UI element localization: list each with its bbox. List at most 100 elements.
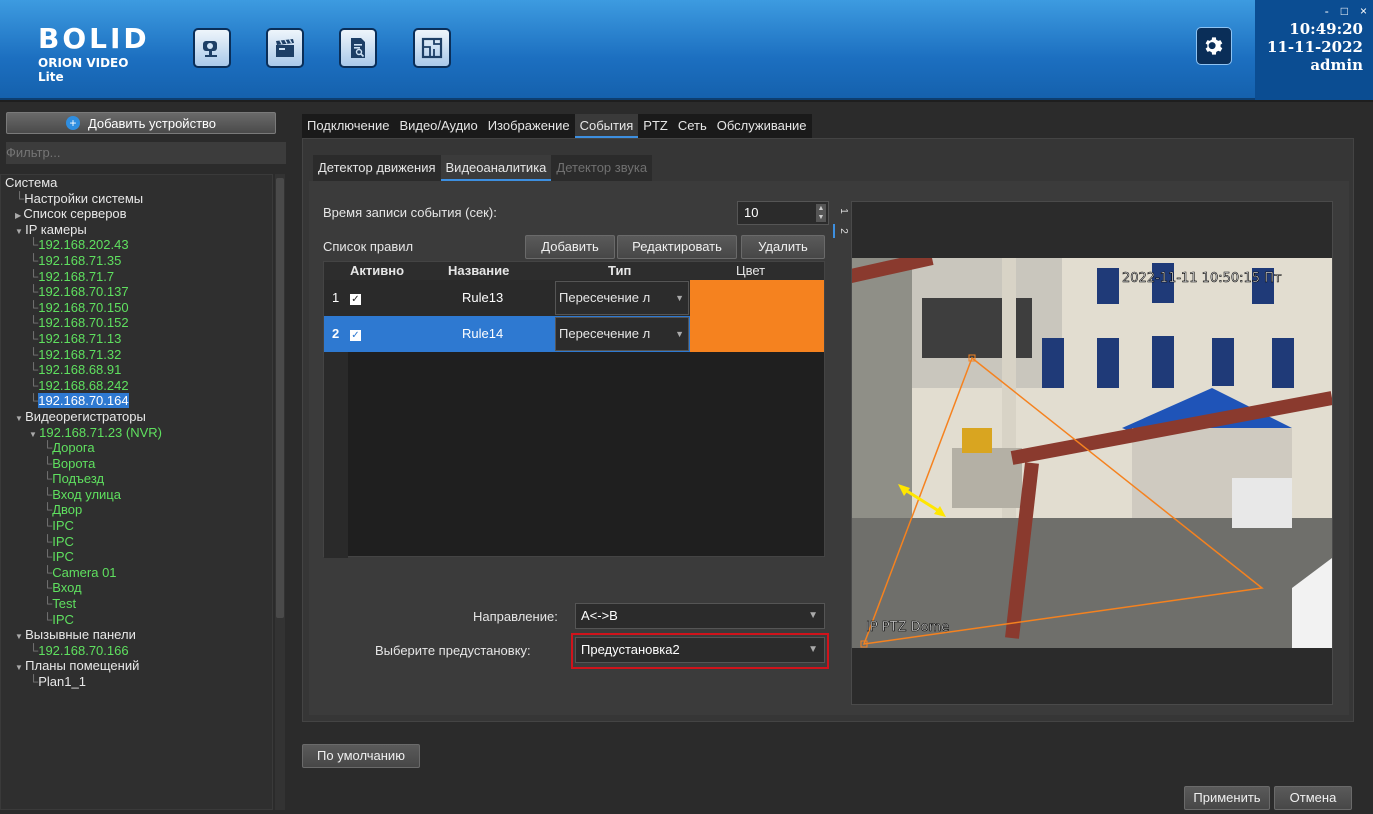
tree-item[interactable]: ▼ Вызывные панели xyxy=(5,627,272,643)
tree-item[interactable]: └192.168.71.13 xyxy=(5,331,272,347)
tree-item[interactable]: └IPC xyxy=(5,612,272,628)
gear-icon[interactable] xyxy=(1196,27,1232,65)
video-tab-2[interactable]: 2 xyxy=(833,224,853,238)
col-name: Название xyxy=(448,263,510,278)
tree-scrollbar[interactable] xyxy=(275,174,285,810)
chevron-down-icon: ▼ xyxy=(675,329,684,339)
tree-connector: └ xyxy=(43,611,53,627)
tree-connector: └ xyxy=(43,518,53,534)
add-rule-button[interactable]: Добавить xyxy=(525,235,615,259)
edit-rule-button[interactable]: Редактировать xyxy=(617,235,737,259)
apply-button[interactable]: Применить xyxy=(1184,786,1270,810)
tree-item-label: 192.168.70.166 xyxy=(38,642,129,658)
expand-down-icon[interactable]: ▼ xyxy=(15,227,25,236)
tree-item[interactable]: └Подъезд xyxy=(5,471,272,487)
close-button[interactable]: × xyxy=(1360,4,1367,18)
tree-item[interactable]: └Двор xyxy=(5,502,272,518)
expand-down-icon[interactable]: ▼ xyxy=(29,430,39,439)
tree-item[interactable]: └192.168.71.35 xyxy=(5,253,272,269)
tree-item[interactable]: └Camera 01 xyxy=(5,565,272,581)
tree-item[interactable]: └192.168.71.7 xyxy=(5,269,272,285)
tab-video-analytics[interactable]: Видеоаналитика xyxy=(440,155,552,181)
tree-item[interactable]: └Вход xyxy=(5,580,272,596)
tree-item[interactable]: └Plan1_1 xyxy=(5,674,272,690)
tree-item-label: Вход улица xyxy=(52,486,121,502)
direction-select[interactable]: A<->B ▼ xyxy=(575,603,825,629)
tree-item[interactable]: └192.168.68.242 xyxy=(5,378,272,394)
tab-video-audio[interactable]: Видео/Аудио xyxy=(394,114,482,138)
tree-item[interactable]: └192.168.202.43 xyxy=(5,237,272,253)
video-channel-tabs: 1 2 xyxy=(833,201,853,245)
tree-item-label: Подъезд xyxy=(52,471,105,487)
floorplan-icon[interactable] xyxy=(413,28,451,68)
tree-item-label: 192.168.202.43 xyxy=(38,237,129,253)
tree-connector: └ xyxy=(29,362,39,378)
tab-ptz[interactable]: PTZ xyxy=(638,114,673,138)
expand-down-icon[interactable]: ▼ xyxy=(15,663,25,672)
tab-maintenance[interactable]: Обслуживание xyxy=(712,114,812,138)
video-tab-1[interactable]: 1 xyxy=(833,204,853,218)
rule-color-cell[interactable] xyxy=(690,280,824,316)
active-checkbox[interactable]: ✓ xyxy=(350,280,361,316)
tree-item[interactable]: └192.168.71.32 xyxy=(5,347,272,363)
tab-network[interactable]: Сеть xyxy=(673,114,712,138)
tree-item[interactable]: ▼ Планы помещений xyxy=(5,658,272,674)
chevron-down-icon: ▼ xyxy=(808,610,818,621)
spin-arrows-icon[interactable]: ▲ ▼ xyxy=(816,204,826,222)
minimize-button[interactable]: - xyxy=(1325,4,1329,18)
tree-item[interactable]: Система xyxy=(5,175,272,191)
tab-events[interactable]: События xyxy=(574,114,639,138)
tree-connector: └ xyxy=(43,533,53,549)
table-row[interactable]: 1 ✓ Rule13 Пересечение л ▼ xyxy=(324,280,824,316)
tree-item[interactable]: ▼ Видеорегистраторы xyxy=(5,409,272,425)
tree-connector: └ xyxy=(29,393,39,409)
tree-item[interactable]: └192.168.70.152 xyxy=(5,315,272,331)
tree-item-label: 192.168.70.164 xyxy=(38,393,129,409)
expand-down-icon[interactable]: ▼ xyxy=(15,632,25,641)
tab-motion-detector[interactable]: Детектор движения xyxy=(313,155,441,181)
video-caption: IP PTZ Dome xyxy=(866,620,949,635)
tree-item[interactable]: ▼ 192.168.71.23 (NVR) xyxy=(5,425,272,441)
tree-item[interactable]: └192.168.70.150 xyxy=(5,300,272,316)
record-time-spinbox[interactable]: 10 ▲ ▼ xyxy=(737,201,829,225)
clock-panel: - □ × 10:49:20 11-11-2022 admin xyxy=(1255,0,1373,100)
cancel-button[interactable]: Отмена xyxy=(1274,786,1352,810)
rule-type-select[interactable]: Пересечение л ▼ xyxy=(555,317,689,351)
tree-item-label: 192.168.70.150 xyxy=(38,299,129,315)
tree-item[interactable]: └192.168.70.166 xyxy=(5,643,272,659)
preset-select[interactable]: Предустановка2 ▼ xyxy=(575,637,825,663)
tab-image[interactable]: Изображение xyxy=(483,114,575,138)
rule-color-cell[interactable] xyxy=(690,316,824,352)
tree-item-label: Дорога xyxy=(52,440,95,456)
tree-item-label: 192.168.71.35 xyxy=(38,252,122,268)
default-button[interactable]: По умолчанию xyxy=(302,744,420,768)
tree-connector: └ xyxy=(43,549,53,565)
expand-down-icon[interactable]: ▼ xyxy=(15,414,25,423)
video-preview[interactable]: 2022-11-11 10:50:15 Пт IP PTZ Dome xyxy=(851,201,1333,705)
report-icon[interactable] xyxy=(339,28,377,68)
tree-item[interactable]: ▶ Список серверов xyxy=(5,206,272,222)
add-device-button[interactable]: + Добавить устройство xyxy=(6,112,276,134)
maximize-button[interactable]: □ xyxy=(1341,4,1348,18)
active-checkbox[interactable]: ✓ xyxy=(350,316,361,352)
tree-item[interactable]: └Настройки системы xyxy=(5,191,272,207)
rule-type-select[interactable]: Пересечение л ▼ xyxy=(555,281,689,315)
camera-icon[interactable] xyxy=(193,28,231,68)
tree-item[interactable]: └IPC xyxy=(5,534,272,550)
clapper-icon[interactable] xyxy=(266,28,304,68)
tree-item[interactable]: └192.168.68.91 xyxy=(5,362,272,378)
tree-item[interactable]: └Ворота xyxy=(5,456,272,472)
tree-item-label: 192.168.71.13 xyxy=(38,330,122,346)
filter-input[interactable] xyxy=(6,142,286,164)
delete-rule-button[interactable]: Удалить xyxy=(741,235,825,259)
tree-item[interactable]: └Test xyxy=(5,596,272,612)
tab-connection[interactable]: Подключение xyxy=(302,114,394,138)
tree-item[interactable]: └192.168.70.137 xyxy=(5,284,272,300)
tree-item[interactable]: └Дорога xyxy=(5,440,272,456)
tree-item[interactable]: └Вход улица xyxy=(5,487,272,503)
tree-item[interactable]: └192.168.70.164 xyxy=(5,393,272,409)
tree-item[interactable]: └IPC xyxy=(5,549,272,565)
tree-item[interactable]: └IPC xyxy=(5,518,272,534)
table-row[interactable]: 2 ✓ Rule14 Пересечение л ▼ xyxy=(324,316,824,352)
tree-item[interactable]: ▼ IP камеры xyxy=(5,222,272,238)
